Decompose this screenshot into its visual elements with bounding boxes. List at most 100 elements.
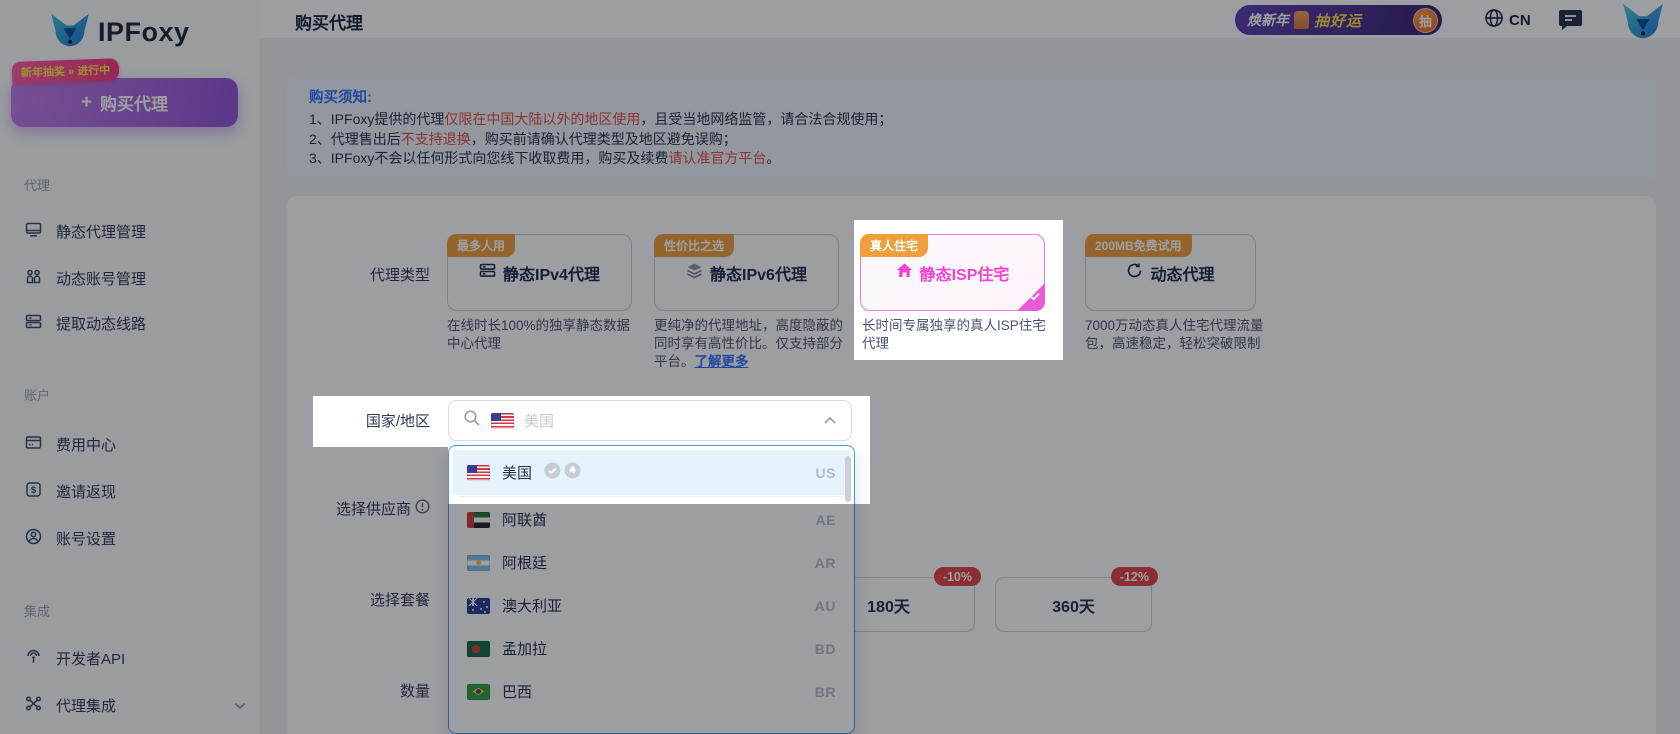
country-name: 孟加拉 [502,641,548,658]
flag-au-icon [467,597,490,614]
sidebar-item-developer-api[interactable]: 开发者API [0,641,260,675]
package-name: 180天 [867,598,910,616]
chevron-up-icon[interactable] [823,412,837,430]
supplier-label: 选择供应商 [335,501,411,518]
card-title: 静态ISP住宅 [919,266,1010,284]
top-bar [260,0,1680,39]
hot-flame-icon [564,462,581,484]
new-year-lottery-badge[interactable]: 新年抽奖 » 进行中 [11,58,120,84]
flag-us-icon [467,464,490,481]
country-option-bd[interactable]: 孟加拉 BD [453,627,850,670]
logo[interactable]: IPFoxy [48,12,190,53]
country-search-input[interactable]: 美国 [448,400,852,441]
buy-proxy-button-label: 购买代理 [100,95,169,114]
svg-text:$: $ [31,485,37,496]
card-badge: 性价比之选 [654,234,735,257]
dropdown-scrollbar[interactable] [845,456,851,502]
plus-icon: + [80,91,93,113]
sidebar-item-label: 动态账号管理 [56,270,147,288]
country-input-placeholder: 美国 [524,413,555,430]
purchase-notice-panel: 购买须知: 1、IPFoxy提供的代理仅限在中国大陆以外的地区使用，且受当地网络… [287,77,1656,180]
banner-text-right: 抽好运 [1314,12,1363,30]
selected-check-icon [1029,289,1041,307]
notice-line-2: 2、代理售出后不支持退换，购买前请确认代理类型及地区避免误购； [309,130,1634,150]
user-avatar-fox-icon[interactable] [1620,2,1666,45]
notice-warning-text: 仅限在中国大陆以外的地区使用 [444,111,641,127]
country-code: BD [814,640,836,657]
sidebar-item-extract-lines[interactable]: 提取动态线路 [0,306,260,340]
country-region-label: 国家/地区 [365,413,430,430]
chevron-down-icon[interactable] [234,697,246,714]
proxy-card-static-isp[interactable]: 真人住宅 静态ISP住宅 [860,234,1045,311]
new-year-lottery-banner[interactable]: 焕新年 抽好运 抽 [1235,5,1442,35]
country-option-au[interactable]: 澳大利亚 AU [453,584,850,627]
notice-text: ，且受当地网络监管，请合法合规使用； [640,111,893,127]
notice-text: 。 [766,150,781,166]
search-icon [463,409,481,432]
sidebar-item-label: 账号设置 [56,530,117,548]
info-icon[interactable] [415,499,430,518]
banner-hand-image [1294,11,1309,29]
notice-text: ，购买前请确认代理类型及地区避免误购； [470,130,737,147]
flag-us-icon [491,412,514,429]
package-360-days[interactable]: 360天 -12% [995,567,1158,632]
check-circle-icon [544,462,561,484]
card-badge: 最多人用 [447,234,516,257]
sidebar-item-label: 代理集成 [56,697,117,715]
proxy-card-static-ipv6[interactable]: 性价比之选 静态IPv6代理 [654,234,839,311]
flag-br-icon [467,683,490,700]
card-title: 静态IPv4代理 [503,266,600,284]
country-dropdown: 美国 US 阿联酋 AE 阿根廷 AR 澳大利亚 AU 孟加拉 BD 巴西 BR [448,445,855,734]
banner-text-left: 焕新年 [1247,12,1289,28]
discount-badge: -12% [1110,567,1158,586]
buy-proxy-button[interactable]: + 购买代理 [11,78,238,127]
sidebar-item-static-proxy[interactable]: 静态代理管理 [0,214,260,248]
sidebar-item-account-settings[interactable]: 账号设置 [0,521,260,555]
page-title: 购买代理 [295,14,363,33]
sidebar-item-dynamic-accounts[interactable]: 动态账号管理 [0,261,260,295]
sidebar-item-billing-center[interactable]: 费用中心 [0,427,260,461]
proxy-card-static-ipv4[interactable]: 最多人用 静态IPv4代理 [447,234,632,311]
users-icon [24,267,43,290]
home-icon [896,262,913,284]
country-code: AR [814,554,836,571]
country-name: 巴西 [502,684,533,701]
country-option-ae[interactable]: 阿联酋 AE [453,498,850,541]
supplier-label-row: 选择供应商 [300,498,430,519]
api-signal-icon [24,647,43,670]
user-circle-icon [24,527,43,550]
nav-section-account: 账户 [24,388,51,403]
package-name: 360天 [1052,598,1095,616]
chat-support-button[interactable] [1558,8,1583,36]
sidebar: IPFoxy 新年抽奖 » 进行中 + 购买代理 代理 静态代理管理 动态账号管… [0,0,261,734]
package-label: 选择套餐 [369,592,430,609]
country-option-ar[interactable]: 阿根廷 AR [453,541,850,584]
nav-section-proxy: 代理 [24,178,51,193]
sidebar-item-invite-cashback[interactable]: $ 邀请返现 [0,474,260,508]
nav-section-integration: 集成 [24,604,51,619]
notice-title: 购买须知: [309,90,372,106]
card-title: 静态IPv6代理 [710,266,807,284]
language-label: CN [1509,12,1531,29]
quantity-label: 数量 [399,683,430,700]
monitor-icon [24,220,43,243]
proxy-type-label: 代理类型 [369,267,430,284]
server-icon [24,312,43,335]
language-switcher[interactable]: CN [1484,8,1531,33]
country-code: AE [815,511,836,528]
proxy-card-dynamic[interactable]: 200MB免费试用 动态代理 [1085,234,1256,311]
country-option-br[interactable]: 巴西 BR [453,670,850,713]
notice-text: 2、代理售出后 [309,130,401,147]
country-name: 美国 [502,465,533,482]
refresh-icon [1126,262,1143,284]
country-name: 澳大利亚 [502,598,563,615]
sidebar-item-proxy-integration[interactable]: 代理集成 [0,688,260,722]
card-title: 动态代理 [1150,266,1215,284]
card-desc-ipv4: 在线时长100%的独享静态数据中心代理 [447,318,631,351]
lottery-draw-button[interactable]: 抽 [1413,7,1438,33]
notice-line-3: 3、IPFoxy不会以任何形式向您线下收取费用，购买及续费请认准官方平台。 [309,149,1634,169]
card-badge: 真人住宅 [860,234,929,257]
country-code: US [815,464,836,481]
learn-more-link[interactable]: 了解更多 [695,354,749,369]
country-option-us[interactable]: 美国 US [453,450,850,495]
